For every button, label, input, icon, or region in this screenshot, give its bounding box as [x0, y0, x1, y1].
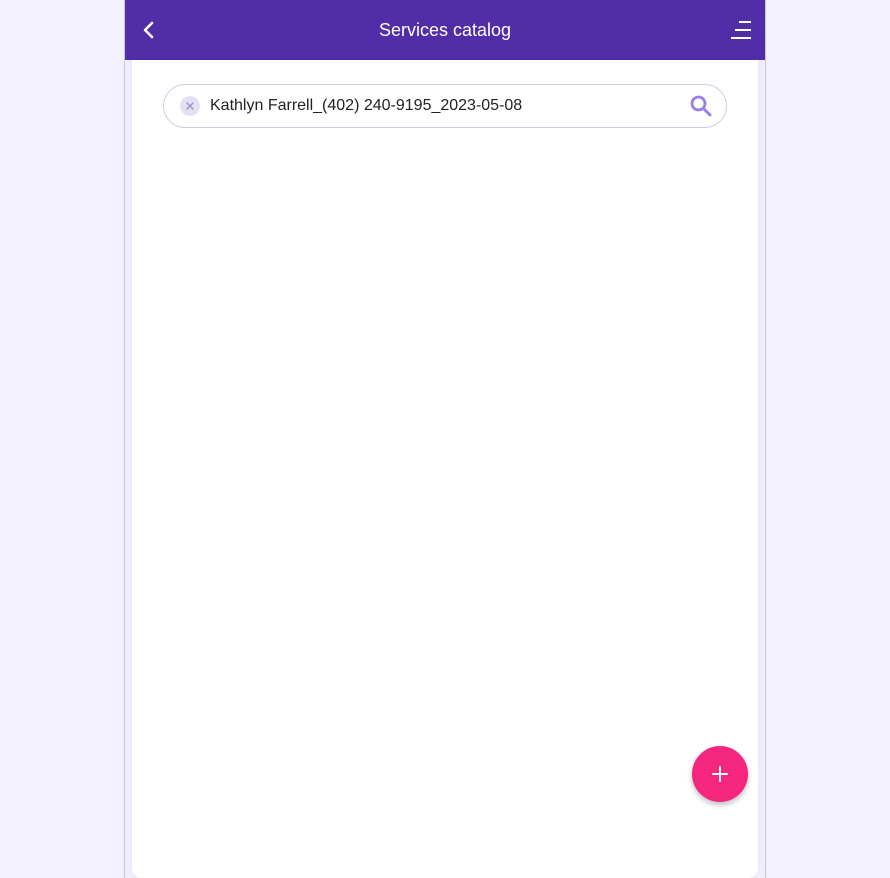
app-frame: Services catalog — [124, 0, 766, 878]
clear-search-button[interactable] — [180, 96, 200, 116]
content-card — [132, 60, 758, 878]
chevron-left-icon — [143, 21, 154, 39]
menu-icon — [731, 21, 751, 39]
menu-button[interactable] — [725, 14, 757, 46]
add-button[interactable] — [692, 746, 748, 802]
search-input[interactable] — [210, 85, 670, 127]
search-icon — [690, 95, 712, 117]
page-title: Services catalog — [378, 20, 512, 40]
top-app-bar: Services catalog — [125, 0, 765, 60]
close-icon — [186, 102, 194, 110]
search-button[interactable] — [688, 93, 714, 119]
back-button[interactable] — [133, 14, 165, 46]
search-bar — [163, 84, 727, 128]
plus-icon — [712, 766, 728, 782]
